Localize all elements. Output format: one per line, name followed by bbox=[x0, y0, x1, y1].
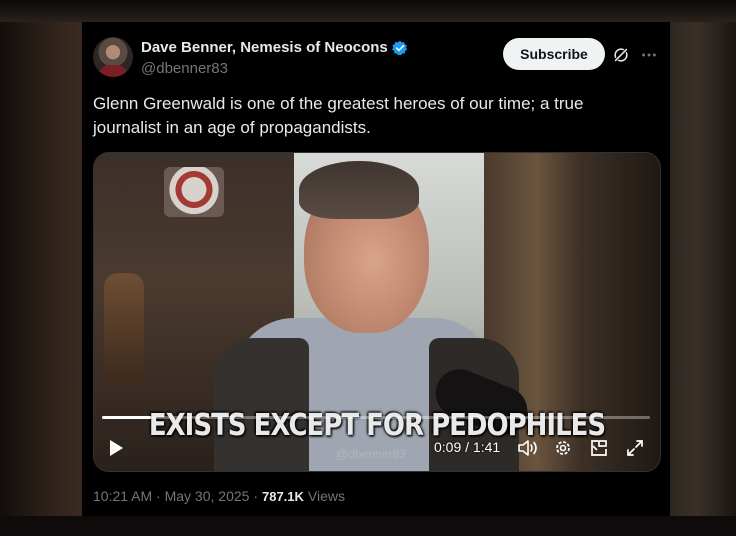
more-options-icon[interactable] bbox=[640, 46, 658, 64]
avatar[interactable] bbox=[93, 37, 133, 77]
author-handle[interactable]: @dbenner83 bbox=[141, 60, 228, 77]
play-icon[interactable] bbox=[106, 437, 126, 459]
subscribe-button[interactable]: Subscribe bbox=[503, 38, 605, 70]
settings-icon[interactable] bbox=[552, 437, 574, 459]
video-scene-wall-art bbox=[164, 167, 224, 217]
video-time: 0:09 / 1:41 bbox=[434, 439, 501, 455]
volume-icon[interactable] bbox=[516, 437, 540, 459]
video-progress-fill bbox=[102, 416, 152, 419]
background-left bbox=[0, 0, 82, 536]
video-scene-lamp bbox=[104, 273, 144, 383]
post-card: Dave Benner, Nemesis of Neocons @dbenner… bbox=[82, 22, 670, 516]
author-name-row: Dave Benner, Nemesis of Neocons bbox=[141, 39, 408, 56]
views-label: Views bbox=[307, 488, 345, 504]
picture-in-picture-icon[interactable] bbox=[588, 437, 610, 459]
video-caption: EXISTS EXCEPT FOR PEDOPHILES bbox=[148, 408, 606, 444]
post-meta: 10:21 AM · May 30, 2025 · 787.1K Views bbox=[93, 488, 345, 504]
background-right bbox=[670, 0, 736, 536]
fullscreen-icon[interactable] bbox=[624, 437, 646, 459]
grok-icon[interactable] bbox=[612, 46, 630, 64]
video-person-vest-left bbox=[214, 338, 309, 471]
video-person-hair bbox=[299, 161, 419, 219]
views-count: 787.1K bbox=[261, 489, 304, 504]
background-top bbox=[0, 0, 736, 22]
video-progress-bar[interactable] bbox=[102, 416, 650, 419]
verified-badge-icon bbox=[391, 40, 407, 55]
video-watermark: @dbenner83 bbox=[336, 447, 406, 461]
author-name[interactable]: Dave Benner, Nemesis of Neocons bbox=[141, 39, 388, 56]
post-timestamp[interactable]: 10:21 AM · May 30, 2025 · bbox=[93, 488, 258, 504]
post-text: Glenn Greenwald is one of the greatest h… bbox=[93, 94, 584, 137]
avatar-shirt bbox=[99, 65, 127, 77]
background-bottom bbox=[0, 516, 736, 536]
video-player[interactable]: EXISTS EXCEPT FOR PEDOPHILES @dbenner83 … bbox=[93, 152, 661, 472]
